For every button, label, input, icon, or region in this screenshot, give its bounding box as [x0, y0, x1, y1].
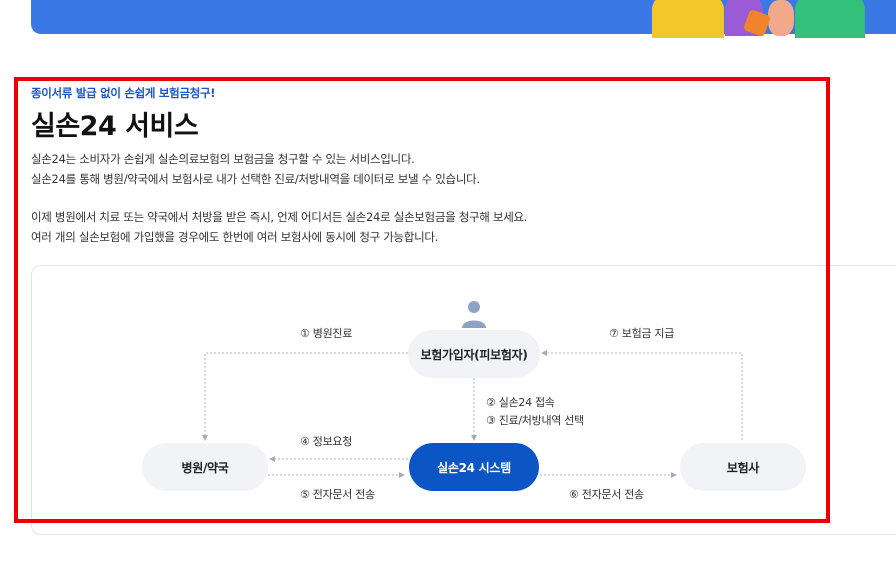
node-insurer: 보험사	[680, 443, 806, 491]
person-icon	[462, 301, 486, 328]
step-label: ⑥ 전자문서 전송	[569, 488, 644, 501]
node-insured: 보험가입자(피보험자)	[408, 330, 540, 378]
step-label: ① 병원진료	[300, 327, 353, 340]
step-label: ② 실손24 접속	[486, 396, 555, 409]
node-system: 실손24 시스템	[409, 443, 539, 491]
node-hospital: 병원/약국	[142, 443, 268, 491]
step-label: ③ 진료/처방내역 선택	[486, 414, 584, 427]
step-label: ④ 정보요청	[300, 435, 353, 448]
step-label: ⑦ 보험금 지급	[609, 327, 675, 340]
step-label: ⑤ 전자문서 전송	[300, 488, 375, 501]
